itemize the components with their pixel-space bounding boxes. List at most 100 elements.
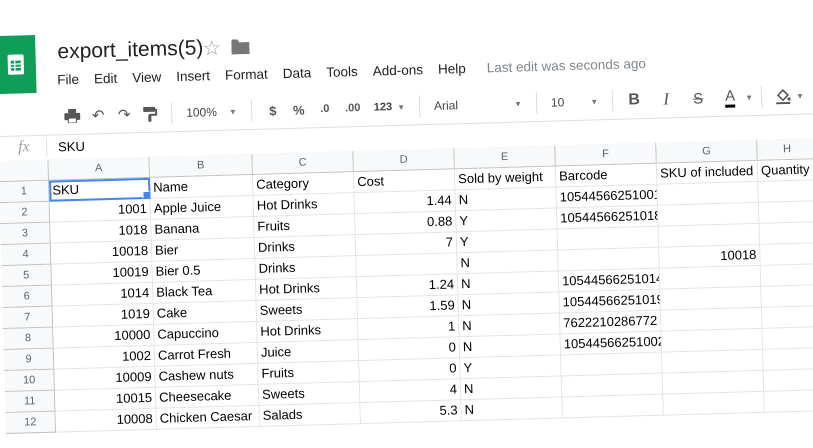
cell-c3[interactable]: Fruits bbox=[254, 214, 356, 238]
cell-a1[interactable]: SKU bbox=[49, 178, 151, 202]
cell-e4[interactable]: Y bbox=[457, 230, 559, 254]
cell-d7[interactable]: 1.59 bbox=[357, 295, 459, 319]
cell-c10[interactable]: Fruits bbox=[258, 361, 360, 385]
cell-c9[interactable]: Juice bbox=[258, 340, 360, 364]
menu-edit[interactable]: Edit bbox=[94, 71, 118, 87]
paint-format-icon[interactable] bbox=[137, 100, 164, 127]
cell-d8[interactable]: 1 bbox=[358, 316, 460, 340]
column-header-d[interactable]: D bbox=[353, 148, 455, 172]
fill-color-icon[interactable] bbox=[770, 83, 797, 110]
row-header-7[interactable]: 7 bbox=[3, 307, 54, 329]
cell-a3[interactable]: 1018 bbox=[50, 220, 152, 244]
column-header-e[interactable]: E bbox=[454, 146, 556, 170]
cell-d1[interactable]: Cost bbox=[354, 169, 456, 193]
menu-insert[interactable]: Insert bbox=[176, 68, 210, 84]
cell-e1[interactable]: Sold by weight bbox=[455, 167, 557, 191]
print-icon[interactable] bbox=[59, 103, 86, 130]
cell-g5[interactable]: 10018 bbox=[659, 245, 761, 269]
cell-f12[interactable] bbox=[562, 395, 664, 419]
cell-h2[interactable] bbox=[758, 180, 813, 203]
cell-b4[interactable]: Bier bbox=[152, 238, 256, 262]
decrease-decimal-button[interactable]: .0 bbox=[311, 96, 338, 123]
cell-h11[interactable] bbox=[764, 369, 813, 392]
sheets-logo-icon[interactable] bbox=[0, 35, 37, 94]
cell-d10[interactable]: 0 bbox=[359, 358, 461, 382]
menu-data[interactable]: Data bbox=[283, 65, 312, 81]
cell-f8[interactable]: 7622210286772 bbox=[560, 311, 662, 335]
cell-g12[interactable] bbox=[663, 392, 765, 416]
cell-e8[interactable]: N bbox=[459, 313, 561, 337]
cell-d3[interactable]: 0.88 bbox=[355, 211, 457, 235]
menu-view[interactable]: View bbox=[132, 70, 161, 86]
cell-b8[interactable]: Capuccino bbox=[154, 322, 258, 346]
cell-f5[interactable] bbox=[558, 248, 660, 272]
percent-format-button[interactable]: % bbox=[285, 96, 312, 123]
cell-e7[interactable]: N bbox=[458, 292, 560, 316]
formula-input[interactable]: SKU bbox=[58, 139, 85, 155]
cell-c4[interactable]: Drinks bbox=[255, 235, 357, 259]
cell-a12[interactable]: 10008 bbox=[56, 409, 158, 433]
font-size-select[interactable]: 10▼ bbox=[545, 94, 605, 110]
cell-f4[interactable] bbox=[558, 227, 660, 251]
cell-g6[interactable] bbox=[660, 266, 762, 290]
cell-f6[interactable]: 10544566251014 bbox=[559, 269, 661, 293]
cell-b6[interactable]: Black Tea bbox=[153, 280, 257, 304]
folder-icon[interactable] bbox=[231, 39, 250, 59]
italic-button[interactable]: I bbox=[653, 86, 680, 113]
cell-d12[interactable]: 5.3 bbox=[360, 400, 462, 424]
cell-b10[interactable]: Cashew nuts bbox=[155, 364, 259, 388]
cell-c6[interactable]: Hot Drinks bbox=[256, 277, 358, 301]
cell-d9[interactable]: 0 bbox=[359, 337, 461, 361]
row-header-11[interactable]: 11 bbox=[5, 391, 56, 413]
cell-b7[interactable]: Cake bbox=[154, 301, 258, 325]
cell-h4[interactable] bbox=[760, 222, 813, 245]
cell-d6[interactable]: 1.24 bbox=[357, 274, 459, 298]
cell-e3[interactable]: Y bbox=[456, 209, 558, 233]
zoom-select[interactable]: 100%▼ bbox=[180, 104, 243, 120]
cell-h5[interactable] bbox=[760, 243, 813, 266]
row-header-12[interactable]: 12 bbox=[6, 412, 57, 434]
cell-h8[interactable] bbox=[762, 306, 813, 329]
cell-g4[interactable] bbox=[659, 224, 761, 248]
cell-c12[interactable]: Salads bbox=[259, 403, 361, 427]
cell-f10[interactable] bbox=[561, 353, 663, 377]
menu-format[interactable]: Format bbox=[225, 67, 268, 83]
cell-f1[interactable]: Barcode bbox=[556, 164, 658, 188]
cell-h7[interactable] bbox=[761, 285, 813, 308]
last-edit-status[interactable]: Last edit was seconds ago bbox=[487, 56, 646, 75]
cell-g1[interactable]: SKU of included bbox=[657, 161, 759, 185]
row-header-10[interactable]: 10 bbox=[4, 370, 55, 392]
row-header-1[interactable]: 1 bbox=[0, 181, 50, 203]
cell-g8[interactable] bbox=[661, 308, 763, 332]
font-family-select[interactable]: Arial▼ bbox=[428, 96, 528, 113]
column-header-h[interactable]: H bbox=[757, 138, 813, 161]
cell-a10[interactable]: 10009 bbox=[54, 367, 156, 391]
column-header-f[interactable]: F bbox=[555, 143, 657, 167]
cell-e6[interactable]: N bbox=[458, 272, 560, 296]
row-header-3[interactable]: 3 bbox=[0, 223, 51, 245]
bold-button[interactable]: B bbox=[621, 87, 648, 114]
cell-a8[interactable]: 10000 bbox=[53, 325, 155, 349]
cell-e12[interactable]: N bbox=[461, 397, 563, 421]
column-header-b[interactable]: B bbox=[149, 154, 253, 178]
cell-h1[interactable]: Quantity bbox=[758, 159, 813, 182]
cell-a7[interactable]: 1019 bbox=[53, 304, 155, 328]
row-header-5[interactable]: 5 bbox=[1, 265, 52, 287]
cell-f2[interactable]: 10544566251001 bbox=[556, 185, 658, 209]
cell-a6[interactable]: 1014 bbox=[52, 283, 154, 307]
cell-c7[interactable]: Sweets bbox=[257, 298, 359, 322]
column-header-c[interactable]: C bbox=[252, 151, 354, 175]
text-color-button[interactable]: A bbox=[715, 84, 746, 111]
undo-icon[interactable]: ↶ bbox=[85, 102, 112, 129]
cell-e10[interactable]: Y bbox=[460, 355, 562, 379]
cell-g9[interactable] bbox=[662, 329, 764, 353]
cell-g7[interactable] bbox=[660, 287, 762, 311]
cell-e5[interactable]: N bbox=[457, 251, 559, 275]
cell-g11[interactable] bbox=[663, 371, 765, 395]
row-header-6[interactable]: 6 bbox=[2, 286, 53, 308]
cell-d11[interactable]: 4 bbox=[360, 379, 462, 403]
cell-f3[interactable]: 10544566251018 bbox=[557, 206, 659, 230]
cell-b2[interactable]: Apple Juice bbox=[151, 196, 255, 220]
cell-d2[interactable]: 1.44 bbox=[355, 190, 457, 214]
strikethrough-button[interactable]: S bbox=[685, 85, 712, 112]
